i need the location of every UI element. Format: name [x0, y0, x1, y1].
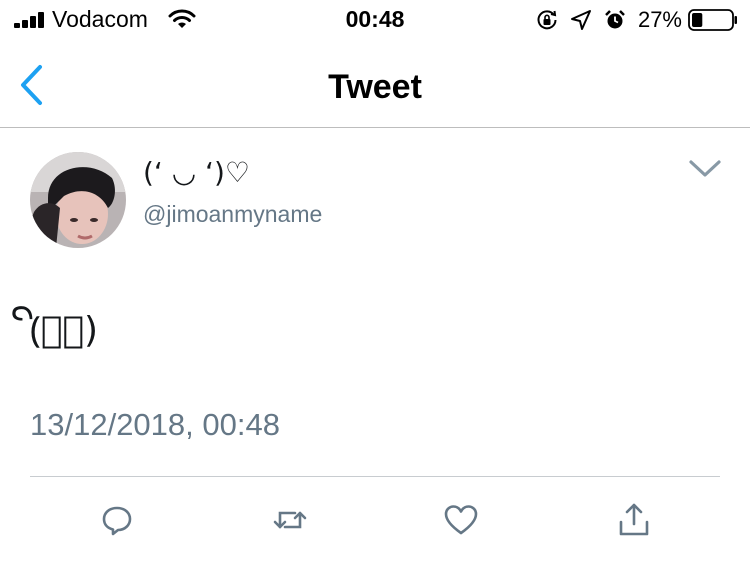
share-button[interactable] — [614, 500, 654, 540]
location-icon — [570, 10, 591, 30]
battery-icon — [688, 9, 737, 31]
divider — [30, 476, 720, 477]
status-bar: Vodacom 00:48 27% — [0, 0, 750, 40]
chevron-down-icon[interactable] — [688, 158, 722, 180]
reply-icon — [102, 506, 132, 536]
share-icon — [619, 503, 649, 536]
retweet-icon — [273, 511, 307, 529]
retweet-button[interactable] — [270, 500, 310, 540]
nav-bar: Tweet — [0, 48, 750, 128]
like-button[interactable] — [441, 500, 481, 540]
tweet-timestamp: 13/12/2018, 00:48 — [30, 407, 280, 442]
battery-percent: 27% — [637, 7, 682, 32]
user-handle[interactable]: @jimoanmyname — [143, 201, 322, 228]
reply-button[interactable] — [97, 500, 137, 540]
avatar[interactable] — [30, 152, 126, 248]
alarm-icon — [605, 10, 625, 29]
display-name[interactable]: (‘ ◡ ‘)♡ — [143, 156, 250, 189]
orientation-lock-icon — [537, 10, 557, 30]
heart-icon — [444, 505, 478, 535]
status-right-group: 27% — [536, 6, 738, 34]
tweet-text: (ꦼ︶ꦼ) — [30, 310, 99, 351]
page-title: Tweet — [328, 68, 422, 106]
